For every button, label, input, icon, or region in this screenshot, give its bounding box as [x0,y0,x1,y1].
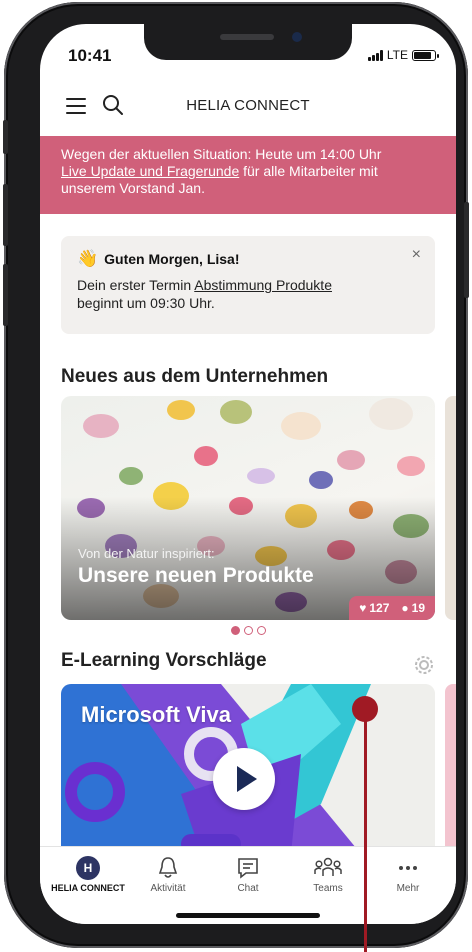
status-time: 10:41 [68,46,112,65]
tab-helia-connect[interactable]: H HELIA CONNECT [48,855,128,893]
greeting-text-before: Dein erster Termin [77,277,192,293]
app-bar: HELIA CONNECT [40,82,456,130]
carousel-dot-1[interactable] [230,626,240,635]
next-learning-card-peek[interactable] [445,684,456,854]
avatar-icon: H [76,856,100,880]
learning-section-title: E-Learning Vorschläge [61,650,267,671]
phone-screen: 10:41 LTE HELIA CONNECT Wegen der aktuel… [40,24,456,924]
power-button [464,202,469,298]
greeting-card: 👋 Guten Morgen, Lisa! Dein erster Termin… [61,236,435,334]
tab-label: Teams [313,883,343,894]
notch [144,24,352,60]
news-stats: ♥ 127 ● 19 [349,596,435,620]
news-headline: Unsere neuen Produkte [78,564,314,587]
home-indicator[interactable] [176,913,320,918]
banner-text: Wegen der aktuellen Situation: Heute um … [61,146,382,162]
likes-count-group[interactable]: ♥ 127 [359,601,389,615]
battery-icon [412,49,439,61]
tab-chat[interactable]: Chat [208,855,288,894]
close-icon[interactable]: × [412,246,421,264]
chat-icon [238,858,258,879]
network-label: LTE [386,48,408,62]
greeting-text: Dein erster Termin Abstimmung Produkte b… [77,276,419,312]
status-indicators: LTE [367,48,439,62]
carousel-dot-2[interactable] [243,626,253,635]
news-kicker: Von der Natur inspiriert: [78,546,215,561]
likes-count: 127 [369,601,390,615]
comments-count: 19 [411,601,425,615]
tab-label: Aktivität [150,883,186,894]
learning-title: Microsoft Viva [81,702,231,727]
comment-icon: ● [401,601,409,615]
speaker-grille [220,34,274,40]
tab-label: Mehr [396,883,420,894]
play-button[interactable] [213,748,275,810]
learning-card[interactable]: Microsoft Viva [61,684,435,854]
volume-up-button [3,184,8,246]
appointment-link[interactable]: Abstimmung Produkte [194,277,332,293]
bell-icon [158,857,178,878]
tab-aktivitaet[interactable]: Aktivität [128,855,208,894]
comments-count-group[interactable]: ● 19 [401,601,425,615]
gear-icon[interactable] [412,653,436,677]
next-news-card-peek[interactable] [445,396,456,620]
annotation-marker-dot [352,696,378,722]
volume-down-button [3,264,8,326]
news-section-title: Neues aus dem Unternehmen [61,366,329,387]
news-card[interactable]: Von der Natur inspiriert: Unsere neuen P… [61,396,435,620]
tab-label: Chat [237,883,259,894]
heart-icon: ♥ [359,601,367,615]
carousel-dots [40,626,456,635]
phone-frame: 10:41 LTE HELIA CONNECT Wegen der aktuel… [3,2,469,948]
annotation-marker-line [364,720,367,952]
tab-label: HELIA CONNECT [51,883,125,893]
carousel-dot-3[interactable] [256,626,266,635]
play-icon [237,766,257,792]
front-camera [292,32,302,42]
announcement-banner: Wegen der aktuellen Situation: Heute um … [40,136,456,214]
app-title: HELIA CONNECT [186,97,310,114]
tab-teams[interactable]: Teams [288,855,368,894]
tab-mehr[interactable]: Mehr [368,855,448,894]
greeting-title-row: 👋 Guten Morgen, Lisa! [77,250,419,267]
mute-switch [3,120,8,154]
waving-hand-icon: 👋 [77,249,99,268]
teams-icon [314,857,342,876]
signal-icon [367,49,383,61]
greeting-title: Guten Morgen, Lisa! [104,250,240,267]
greeting-text-after: beginnt um 09:30 Uhr. [77,295,215,311]
banner-link[interactable]: Live Update und Fragerunde [61,163,239,179]
more-icon [399,866,417,870]
